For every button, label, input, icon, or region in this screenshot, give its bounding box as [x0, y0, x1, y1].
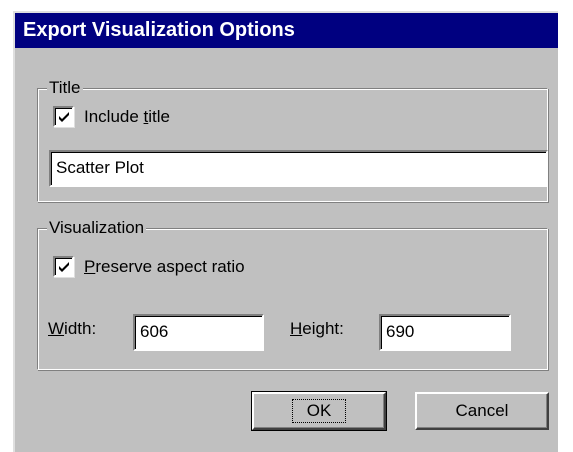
preserve-aspect-label: Preserve aspect ratio [84, 256, 245, 276]
title-input[interactable]: Scatter Plot [49, 150, 548, 187]
preserve-aspect-checkbox-row[interactable]: Preserve aspect ratio [53, 256, 245, 277]
cancel-button-label: Cancel [455, 401, 509, 420]
dialog-title-bar[interactable]: Export Visualization Options [15, 13, 558, 48]
checkmark-icon [58, 111, 69, 122]
title-input-value: Scatter Plot [56, 158, 144, 177]
dialog-title: Export Visualization Options [23, 19, 295, 41]
export-dialog: Export Visualization Options Title Inclu… [13, 11, 558, 452]
include-title-checkbox-row[interactable]: Include title [53, 106, 170, 127]
checkmark-icon [58, 261, 69, 272]
width-input-value: 606 [140, 322, 169, 341]
height-label: Height: [290, 319, 344, 338]
visualization-group-label: Visualization [47, 217, 147, 239]
ok-button-label: OK [291, 399, 347, 423]
preserve-aspect-checkbox[interactable] [53, 256, 74, 277]
height-input-value: 690 [386, 322, 415, 341]
height-input[interactable]: 690 [379, 314, 511, 351]
cancel-button[interactable]: Cancel [415, 392, 549, 430]
include-title-checkbox[interactable] [53, 106, 74, 127]
width-input[interactable]: 606 [133, 314, 264, 351]
title-group-label: Title [47, 77, 83, 99]
width-label: Width: [48, 319, 97, 338]
ok-button[interactable]: OK [251, 391, 387, 431]
include-title-label: Include title [84, 106, 171, 126]
